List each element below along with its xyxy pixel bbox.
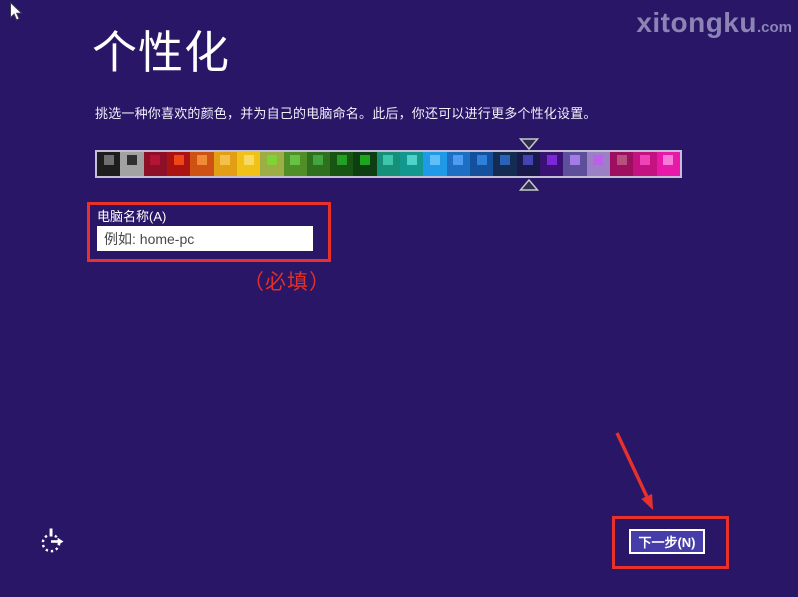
color-swatch-0[interactable] xyxy=(97,152,121,176)
ease-of-access-icon[interactable] xyxy=(39,527,65,555)
color-swatch-accent xyxy=(150,155,161,165)
watermark: xitongku.com xyxy=(636,7,792,39)
color-swatch-2[interactable] xyxy=(143,152,167,176)
color-strip xyxy=(95,150,682,178)
color-swatch-accent xyxy=(290,155,301,165)
color-swatch-accent xyxy=(266,155,277,165)
color-swatch-accent xyxy=(569,155,580,165)
annotation-arrow-icon xyxy=(615,432,653,510)
color-swatch-accent xyxy=(126,155,137,165)
color-swatch-12[interactable] xyxy=(376,152,401,176)
color-swatch-accent xyxy=(336,155,347,165)
color-swatch-accent xyxy=(663,155,674,165)
color-swatch-accent xyxy=(383,155,394,165)
color-swatch-accent xyxy=(360,155,371,165)
color-swatch-10[interactable] xyxy=(330,152,354,176)
watermark-name: xitongku xyxy=(636,7,757,38)
selection-marker-bottom-icon[interactable] xyxy=(519,179,540,191)
watermark-tld: .com xyxy=(756,19,792,36)
color-swatch-13[interactable] xyxy=(400,152,424,176)
color-swatch-accent xyxy=(593,155,604,165)
color-swatch-23[interactable] xyxy=(633,152,657,176)
color-swatch-3[interactable] xyxy=(166,152,191,176)
selection-marker-top-icon[interactable] xyxy=(519,138,540,150)
color-swatch-accent xyxy=(220,155,231,165)
color-swatch-17[interactable] xyxy=(493,152,517,176)
color-swatch-15[interactable] xyxy=(446,152,470,176)
color-swatch-11[interactable] xyxy=(353,152,377,176)
color-swatch-accent xyxy=(546,155,557,165)
color-swatch-accent xyxy=(243,155,254,165)
personalize-screen: xitongku.com 个性化 挑选一种你喜欢的颜色，并为自己的电脑命名。此后… xyxy=(0,0,798,597)
color-swatch-6[interactable] xyxy=(236,152,261,176)
color-swatch-24[interactable] xyxy=(656,152,680,176)
color-swatch-accent xyxy=(616,155,627,165)
mouse-cursor-icon xyxy=(10,2,23,21)
color-swatch-8[interactable] xyxy=(283,152,307,176)
page-title: 个性化 xyxy=(92,27,231,78)
color-swatch-4[interactable] xyxy=(190,152,214,176)
color-swatch-accent xyxy=(499,155,510,165)
color-swatch-21[interactable] xyxy=(586,152,610,176)
color-swatch-16[interactable] xyxy=(470,152,494,176)
color-swatch-20[interactable] xyxy=(563,152,587,176)
color-swatch-5[interactable] xyxy=(213,152,237,176)
color-swatch-7[interactable] xyxy=(260,152,284,176)
color-swatch-accent xyxy=(406,155,417,165)
color-swatch-accent xyxy=(453,155,464,165)
page-subtitle: 挑选一种你喜欢的颜色，并为自己的电脑命名。此后，你还可以进行更多个性化设置。 xyxy=(95,106,597,121)
color-swatch-9[interactable] xyxy=(306,152,331,176)
color-swatch-1[interactable] xyxy=(120,152,144,176)
color-swatch-accent xyxy=(313,155,324,165)
color-swatch-19[interactable] xyxy=(539,152,564,176)
color-swatch-18[interactable] xyxy=(516,152,540,176)
color-swatch-accent xyxy=(523,155,534,165)
computer-name-input[interactable] xyxy=(97,226,313,251)
required-note: （必填） xyxy=(243,270,331,294)
color-swatch-accent xyxy=(639,155,650,165)
next-button[interactable]: 下一步(N) xyxy=(629,529,705,554)
computer-name-label: 电脑名称(A) xyxy=(97,209,167,224)
color-swatch-accent xyxy=(196,155,207,165)
color-swatch-accent xyxy=(476,155,487,165)
color-swatch-accent xyxy=(103,155,114,165)
color-swatch-22[interactable] xyxy=(609,152,634,176)
next-button-label: 下一步(N) xyxy=(638,535,696,550)
color-swatch-accent xyxy=(430,155,441,165)
color-swatch-accent xyxy=(173,155,184,165)
color-swatch-14[interactable] xyxy=(423,152,447,176)
